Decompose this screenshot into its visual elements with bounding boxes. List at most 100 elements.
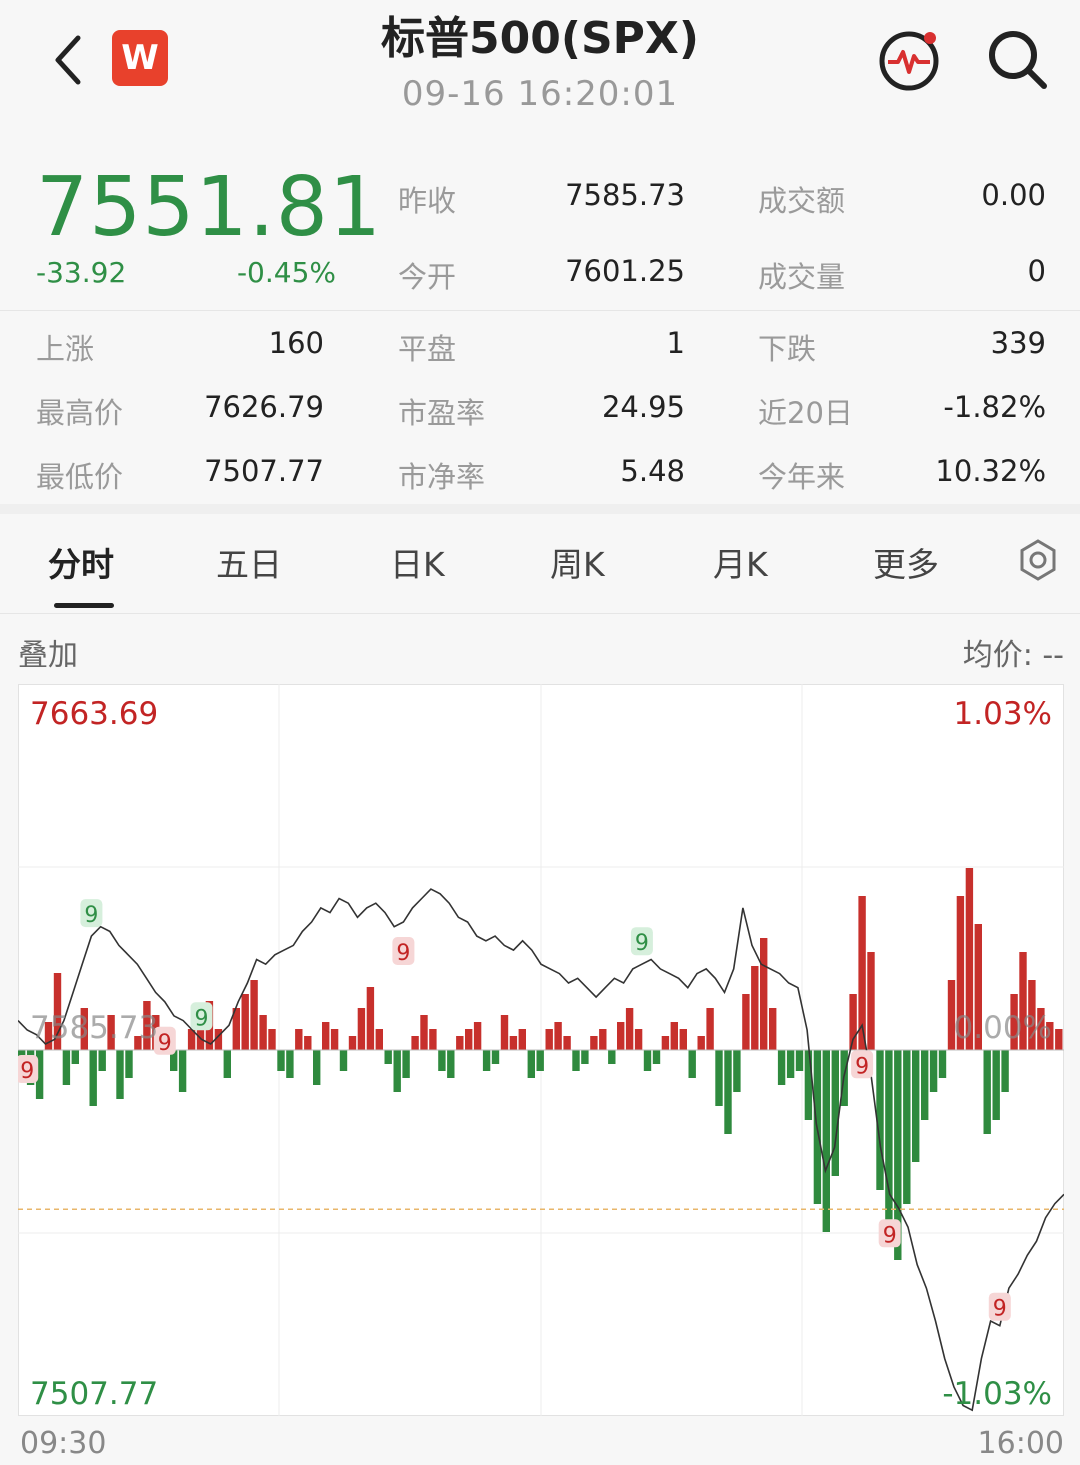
flow-bar: [286, 1050, 294, 1078]
tab-five-day[interactable]: 五日: [216, 538, 282, 586]
flow-bar: [375, 1029, 383, 1050]
flow-bar: [867, 952, 875, 1050]
signal-marker[interactable]: 9: [878, 1219, 901, 1248]
stat-label: 近20日: [758, 396, 853, 430]
flow-bar: [903, 1050, 911, 1204]
flow-bar: [268, 1029, 276, 1050]
flow-bar: [384, 1050, 392, 1064]
flow-bar: [393, 1050, 401, 1092]
price-change-pct: -0.45%: [236, 256, 336, 289]
flow-bar: [670, 1022, 678, 1050]
flow-bar: [527, 1050, 535, 1078]
tab-more[interactable]: 更多: [873, 538, 939, 586]
pct-min-label: -1.03%: [942, 1376, 1052, 1412]
signal-marker[interactable]: 9: [80, 899, 103, 928]
stat-label: 最高价: [36, 396, 124, 430]
flow-bar: [634, 1029, 643, 1050]
flow-bar: [777, 1050, 786, 1085]
flow-bar: [983, 1050, 991, 1134]
y-max-label: 7663.69: [30, 696, 158, 732]
flow-bar: [348, 1036, 357, 1050]
x-start-label: 09:30: [20, 1426, 107, 1461]
flow-bar: [590, 1036, 598, 1050]
flow-bar: [420, 1015, 428, 1050]
stat-value: 7507.77: [204, 454, 324, 488]
stat-value: 160: [268, 326, 324, 360]
flow-bar: [98, 1050, 106, 1071]
flow-bar: [804, 1050, 813, 1120]
active-tab-indicator: [54, 603, 114, 608]
intraday-chart[interactable]: 99999 9999 7663.69 1.03% 7585.73 0.00% 75…: [18, 684, 1064, 1416]
signal-marker[interactable]: 9: [190, 1002, 213, 1031]
flow-bar: [760, 938, 768, 1050]
flow-bar: [330, 1029, 339, 1050]
flow-bar: [178, 1050, 187, 1092]
settings-icon[interactable]: [1016, 538, 1060, 582]
flow-bar: [652, 1050, 661, 1064]
overlay-button[interactable]: 叠加: [18, 630, 78, 674]
flow-bar: [259, 1015, 267, 1050]
flow-bar: [885, 1050, 893, 1232]
flow-bar: [661, 1036, 670, 1050]
signal-marker[interactable]: 9: [18, 1055, 39, 1084]
flow-bar: [742, 994, 750, 1050]
flow-bar: [411, 1036, 419, 1050]
flow-bar: [473, 1022, 482, 1050]
stat-value: 5.48: [620, 454, 685, 488]
flow-bar: [429, 1029, 437, 1050]
flow-bar: [706, 1008, 714, 1050]
tab-monthly-k[interactable]: 月K: [713, 538, 768, 586]
flow-bar: [491, 1050, 500, 1064]
stat-label: 今年来: [758, 460, 846, 494]
flow-bar: [304, 1036, 312, 1050]
flow-bar: [509, 1036, 518, 1050]
svg-text:9: 9: [84, 903, 98, 928]
flow-bar: [223, 1050, 231, 1078]
svg-text:9: 9: [20, 1059, 34, 1084]
stat-value: 10.32%: [935, 454, 1046, 488]
svg-text:9: 9: [396, 941, 410, 966]
flow-bar: [438, 1050, 446, 1071]
stat-value: -1.82%: [943, 390, 1046, 424]
y-ref-label: 7585.73: [30, 1010, 158, 1046]
signal-marker[interactable]: 9: [851, 1050, 874, 1079]
stat-value: 339: [990, 326, 1046, 360]
stat-value: 0.00: [981, 178, 1046, 212]
signal-marker[interactable]: 9: [988, 1292, 1011, 1322]
flow-bar: [688, 1050, 696, 1078]
tab-weekly-k[interactable]: 周K: [550, 538, 605, 586]
flow-bar: [822, 1050, 830, 1232]
svg-text:9: 9: [855, 1054, 869, 1079]
flow-bar: [938, 1050, 947, 1078]
flow-bar: [545, 1029, 553, 1050]
flow-bar: [402, 1050, 410, 1078]
flow-bar: [357, 1008, 366, 1050]
stat-label: 成交量: [758, 260, 846, 294]
flow-bar: [572, 1050, 580, 1071]
flow-bar: [339, 1050, 348, 1071]
market-pulse-icon[interactable]: [876, 26, 942, 92]
flow-bar: [608, 1050, 616, 1064]
flow-bar: [322, 1022, 330, 1050]
stat-value: 7601.25: [565, 254, 685, 288]
stat-label: 市净率: [398, 460, 486, 494]
tab-intraday[interactable]: 分时: [48, 538, 114, 586]
stat-value: 7626.79: [204, 390, 324, 424]
stat-label: 下跌: [758, 332, 817, 366]
flow-bar: [465, 1029, 473, 1050]
flow-bar: [795, 1050, 804, 1071]
flow-bar: [116, 1050, 124, 1099]
pct-max-label: 1.03%: [954, 696, 1052, 732]
flow-bar: [617, 1022, 625, 1050]
flow-bar: [250, 980, 258, 1050]
signal-marker[interactable]: 9: [630, 927, 653, 956]
divider: [0, 310, 1080, 311]
flow-bar: [62, 1050, 71, 1085]
svg-text:9: 9: [195, 1006, 209, 1031]
search-icon[interactable]: [984, 26, 1050, 92]
signal-marker[interactable]: 9: [392, 937, 415, 966]
tab-daily-k[interactable]: 日K: [390, 538, 445, 586]
flow-bar: [241, 994, 249, 1050]
flow-bar: [89, 1050, 97, 1106]
flow-bar: [500, 1015, 509, 1050]
